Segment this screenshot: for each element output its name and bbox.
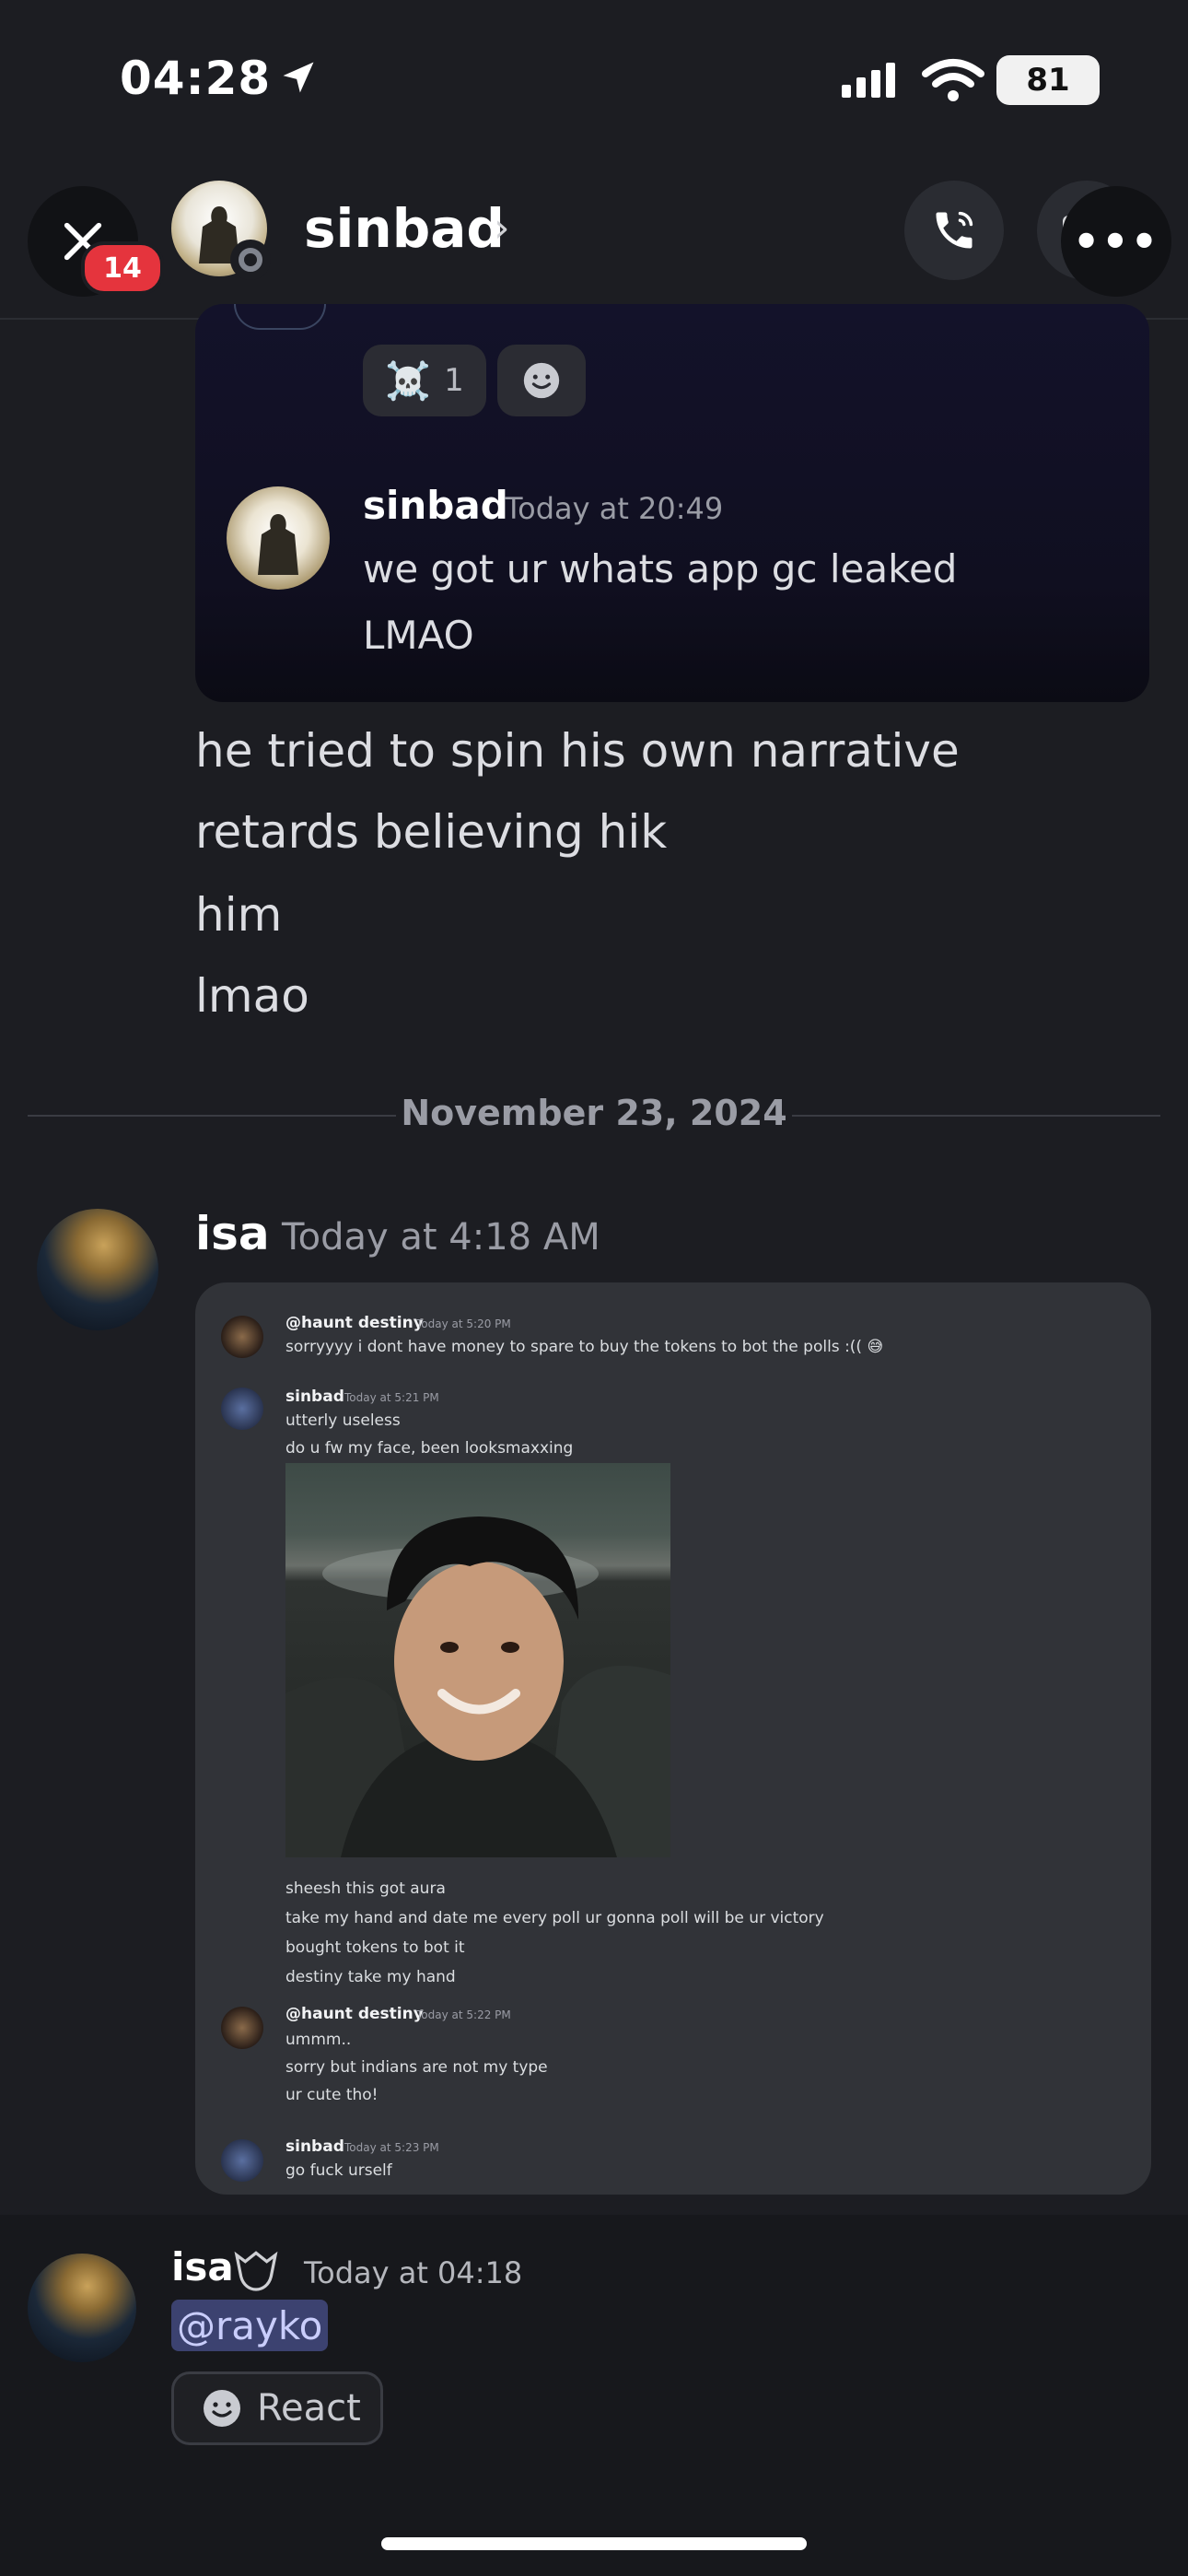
- user-mention[interactable]: @rayko: [171, 2300, 329, 2351]
- quoted-message-text: we got ur whats app gc leaked LMAO: [363, 536, 1100, 669]
- screenshot-avatar: [221, 1316, 263, 1358]
- message-timestamp: Today at 4:18 AM: [282, 1216, 600, 1259]
- unread-badge: 14: [81, 241, 164, 295]
- offline-status-icon: [230, 240, 271, 280]
- screenshot-avatar: [221, 2007, 263, 2049]
- reaction-count: 1: [444, 362, 464, 399]
- home-indicator[interactable]: [381, 2537, 807, 2550]
- screenshot-line: bought tokens to bot it: [285, 1938, 465, 1957]
- smiley-icon: [523, 362, 560, 399]
- voice-call-button[interactable]: [904, 181, 1004, 280]
- location-arrow-icon: [283, 62, 314, 93]
- isa-avatar[interactable]: [28, 2254, 136, 2362]
- add-reaction-button[interactable]: [497, 345, 586, 416]
- screenshot-line: ur cute tho!: [285, 2086, 379, 2104]
- phone-icon: [936, 211, 973, 249]
- screenshot-time: Today at 5:20 PM: [416, 1317, 511, 1330]
- cellular-signal-icon: [842, 63, 895, 98]
- status-bar: 04:28 81: [0, 0, 1188, 157]
- screenshot-line: take my hand and date me every poll ur g…: [285, 1909, 824, 1927]
- embed-avatar-partial: [234, 304, 326, 330]
- skull-icon: ☠️: [385, 359, 432, 403]
- screenshot-author: sinbad: [285, 2137, 344, 2156]
- screenshot-author: @haunt destiny: [285, 2005, 424, 2023]
- message-timestamp: Today at 04:18: [304, 2255, 523, 2290]
- quoted-timestamp: Today at 20:49: [505, 491, 724, 526]
- screenshot-author: sinbad: [285, 1388, 344, 1406]
- avatar-figure-icon: [258, 514, 298, 575]
- screenshot-time: Today at 5:22 PM: [416, 2008, 511, 2021]
- author-name[interactable]: isa: [171, 2244, 234, 2289]
- wifi-icon: [922, 59, 984, 101]
- quoted-author-avatar[interactable]: [227, 486, 330, 590]
- selfie-illustration: [285, 1516, 670, 1857]
- chevron-right-icon[interactable]: ›: [494, 205, 510, 252]
- message-text: retards believing hik: [195, 805, 668, 859]
- message-text: him: [195, 888, 283, 942]
- screenshot-line: go fuck urself: [285, 2161, 392, 2180]
- mask-badge-icon: [234, 2251, 278, 2291]
- battery-indicator: 81: [996, 55, 1100, 105]
- isa-avatar[interactable]: [37, 1209, 158, 1330]
- contact-name[interactable]: sinbad: [304, 197, 505, 260]
- react-label: React: [257, 2387, 361, 2430]
- react-button[interactable]: React: [171, 2371, 383, 2445]
- screenshot-time: Today at 5:23 PM: [344, 2141, 439, 2154]
- message-text: lmao: [195, 969, 309, 1023]
- screenshot-author: @haunt destiny: [285, 1314, 424, 1332]
- screenshot-line: destiny take my hand: [285, 1968, 456, 1986]
- smiley-icon: [204, 2390, 240, 2427]
- quoted-line: we got ur whats app gc leaked: [363, 546, 958, 591]
- selfie-photo: [285, 1463, 670, 1857]
- screenshot-time: Today at 5:21 PM: [344, 1391, 439, 1404]
- screenshot-line: sorry but indians are not my type: [285, 2058, 548, 2077]
- screenshot-line: ummm..: [285, 2031, 352, 2049]
- quoted-author-name[interactable]: sinbad: [363, 483, 508, 528]
- reaction-skull[interactable]: ☠️ 1: [363, 345, 486, 416]
- quoted-line: LMAO: [363, 613, 474, 658]
- screenshot-line: utterly useless: [285, 1411, 401, 1430]
- author-name[interactable]: isa: [195, 1207, 270, 1260]
- screenshot-avatar: [221, 1388, 263, 1430]
- message-text: he tried to spin his own narrative: [195, 724, 960, 778]
- date-divider: November 23, 2024: [401, 1093, 787, 1133]
- screenshot-line: do u fw my face, been looksmaxxing: [285, 1439, 574, 1458]
- more-options-button[interactable]: •••: [1061, 186, 1171, 297]
- image-attachment[interactable]: @haunt destiny Today at 5:20 PM sorryyyy…: [195, 1282, 1151, 2195]
- screenshot-avatar: [221, 2139, 263, 2182]
- status-time: 04:28: [120, 52, 272, 105]
- screenshot-line: sorryyyy i dont have money to spare to b…: [285, 1338, 884, 1356]
- screenshot-line: sheesh this got aura: [285, 1879, 446, 1898]
